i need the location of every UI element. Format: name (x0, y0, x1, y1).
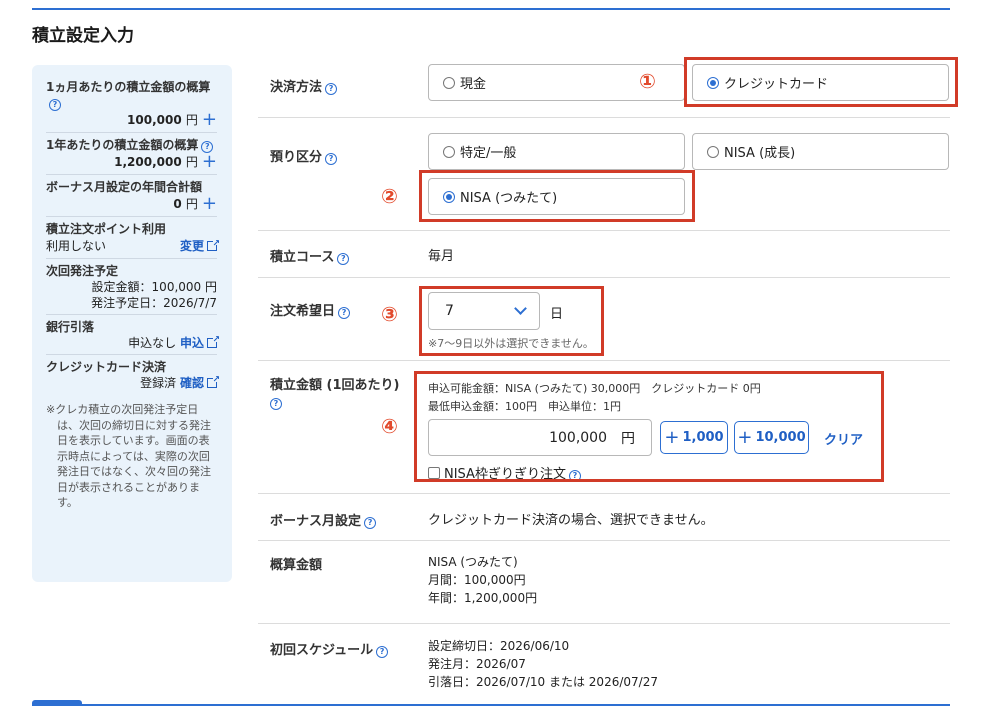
yearly-estimate: 1年あたりの積立金額の概算? 1,200,000 円 + (46, 133, 217, 175)
annotation-2: ② (381, 184, 398, 208)
next-order-amount: 設定金額：100,000 円 (91, 280, 217, 294)
bonus-value: 0 (173, 197, 182, 211)
highlight-box-1 (684, 57, 958, 107)
radio-unselected-icon (707, 145, 719, 158)
points-change-link[interactable]: 変更 (180, 235, 220, 255)
course-label: 積立コース (270, 250, 335, 265)
highlight-box-2 (419, 170, 695, 222)
card-confirm-link[interactable]: 確認 (180, 372, 220, 390)
bonus-estimate: ボーナス月設定の年間合計額 0 円 + (46, 175, 217, 217)
course-value: 毎月 (428, 249, 455, 264)
yearly-value: 1,200,000 (114, 155, 182, 169)
bonus-row: ボーナス月設定? クレジットカード決済の場合、選択できません。 (258, 494, 950, 541)
sidebar-note: ※クレカ積立の次回発注予定日は、次回の締切日に対する発注日を表示しています。画面… (46, 403, 211, 509)
yearly-label: 1年あたりの積立金額の概算 (46, 138, 199, 152)
external-link-icon (207, 235, 220, 253)
next-order: 次回発注予定 設定金額：100,000 円 発注予定日：2026/7/7 (46, 259, 217, 315)
bank-apply-link[interactable]: 申込 (180, 332, 220, 350)
monthly-value: 100,000 (127, 113, 182, 127)
annotation-1: ① (639, 69, 656, 93)
radio-unselected-icon (443, 145, 455, 158)
payment-label: 決済方法 (270, 80, 323, 95)
next-order-date: 発注予定日：2026/7/7 (91, 296, 217, 310)
points-value: 利用しない (46, 239, 107, 253)
schedule-row: 初回スケジュール? 設定締切日：2026/06/10 発注月：2026/07 引… (258, 624, 950, 700)
estimate-label: 概算金額 (270, 558, 323, 573)
help-icon[interactable]: ? (270, 398, 282, 410)
bank-status: 申込なし (128, 336, 177, 350)
bottom-divider (32, 704, 950, 706)
help-icon[interactable]: ? (337, 253, 350, 265)
help-icon[interactable]: ? (376, 646, 389, 658)
help-icon[interactable]: ? (364, 517, 377, 529)
top-divider (32, 8, 950, 10)
monthly-label: 1ヵ月あたりの積立金額の概算 (46, 80, 211, 94)
annotation-3: ③ (381, 302, 398, 326)
bonus-label: ボーナス月設定 (270, 514, 362, 529)
highlight-box-3 (419, 286, 604, 356)
bank-debit: 銀行引落 申込なし 申込 (46, 315, 220, 355)
bank-label: 銀行引落 (46, 320, 95, 334)
account-label: 預り区分 (270, 150, 323, 165)
amount-label: 積立金額 (1回あたり) (270, 378, 400, 393)
account-tokutei-radio[interactable]: 特定/一般 (428, 133, 685, 170)
points-usage: 積立注文ポイント利用 利用しない 変更 (46, 217, 220, 259)
points-label: 積立注文ポイント利用 (46, 222, 167, 236)
account-nisa-growth-radio[interactable]: NISA (成長) (692, 133, 949, 170)
estimate-values: NISA (つみたて) 月間：100,000円 年間：1,200,000円 (428, 555, 538, 605)
summary-sidebar: 1ヵ月あたりの積立金額の概算? 100,000 円 + 1年あたりの積立金額の概算… (32, 65, 232, 582)
order-day-label: 注文希望日 (270, 304, 336, 319)
help-icon[interactable]: ? (325, 83, 338, 95)
order-day-row: 注文希望日? (258, 278, 950, 361)
help-icon[interactable]: ? (325, 153, 338, 165)
card-status: 登録済 (140, 376, 177, 390)
radio-unselected-icon (443, 76, 455, 89)
help-icon[interactable]: ? (338, 307, 351, 319)
external-link-icon (207, 372, 220, 388)
monthly-estimate: 1ヵ月あたりの積立金額の概算? 100,000 円 + (46, 75, 217, 133)
plus-icon[interactable]: + (202, 193, 217, 214)
highlight-box-4 (414, 371, 884, 482)
next-order-label: 次回発注予定 (46, 264, 119, 278)
bonus-label: ボーナス月設定の年間合計額 (46, 180, 203, 194)
card-payment: クレジットカード決済 登録済 確認 (46, 355, 220, 394)
estimate-row: 概算金額 NISA (つみたて) 月間：100,000円 年間：1,200,00… (258, 541, 950, 624)
annotation-4: ④ (381, 414, 398, 438)
page-title: 積立設定入力 (32, 26, 134, 46)
bonus-value: クレジットカード決済の場合、選択できません。 (428, 513, 714, 528)
course-row: 積立コース? 毎月 (258, 231, 950, 278)
external-link-icon (207, 332, 220, 348)
plus-icon[interactable]: + (202, 151, 217, 172)
schedule-values: 設定締切日：2026/06/10 発注月：2026/07 引落日：2026/07… (428, 639, 658, 689)
schedule-label: 初回スケジュール (270, 643, 374, 658)
card-label: クレジットカード決済 (46, 360, 167, 374)
help-icon[interactable]: ? (49, 99, 61, 111)
plus-icon[interactable]: + (202, 109, 217, 130)
